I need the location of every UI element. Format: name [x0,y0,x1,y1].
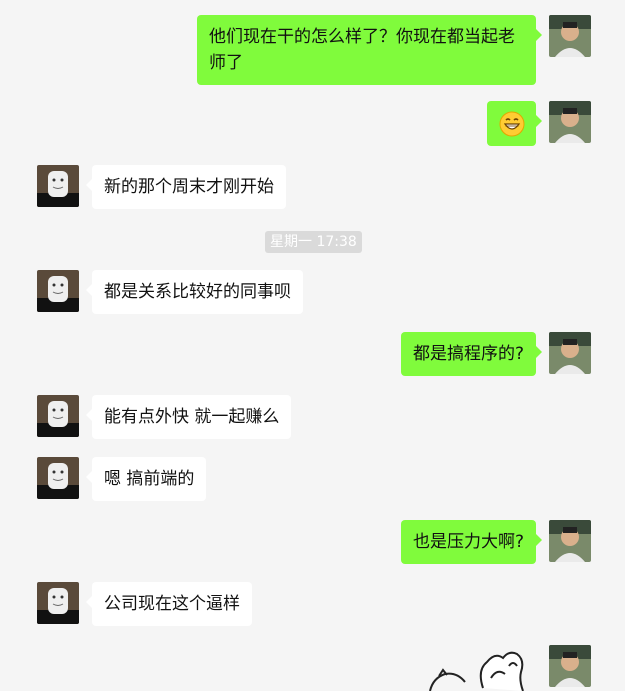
incoming-message-bubble[interactable]: 都是关系比较好的同事呗 [86,270,303,314]
contact-avatar[interactable] [37,395,79,437]
my-avatar[interactable] [549,15,591,57]
incoming-message-bubble[interactable]: 公司现在这个逼样 [86,582,252,626]
contact-avatar[interactable] [37,165,79,207]
outgoing-message-bubble[interactable]: 也是压力大啊? [400,520,543,564]
rabbit-sticker-icon[interactable] [425,648,530,691]
incoming-message-bubble[interactable]: 嗯 搞前端的 [85,457,207,501]
my-avatar[interactable] [549,520,591,562]
outgoing-message-bubble[interactable]: 他们现在干的怎么样了？你现在都当起老师了 [197,15,542,85]
incoming-message-bubble[interactable]: 能有点外快 就一起赚么 [85,395,292,439]
grinning-face-emoji-icon [499,111,525,137]
contact-avatar[interactable] [37,582,79,624]
timestamp-label: 星期一 17:38 [265,231,362,253]
my-avatar[interactable] [549,332,591,374]
contact-avatar[interactable] [37,457,79,499]
outgoing-message-bubble[interactable]: 都是搞程序的? [400,332,543,376]
outgoing-emoji-bubble[interactable] [487,101,542,146]
my-avatar[interactable] [549,645,591,687]
contact-avatar[interactable] [37,270,79,312]
my-avatar[interactable] [549,101,591,143]
incoming-message-bubble[interactable]: 新的那个周末才刚开始 [86,165,286,209]
